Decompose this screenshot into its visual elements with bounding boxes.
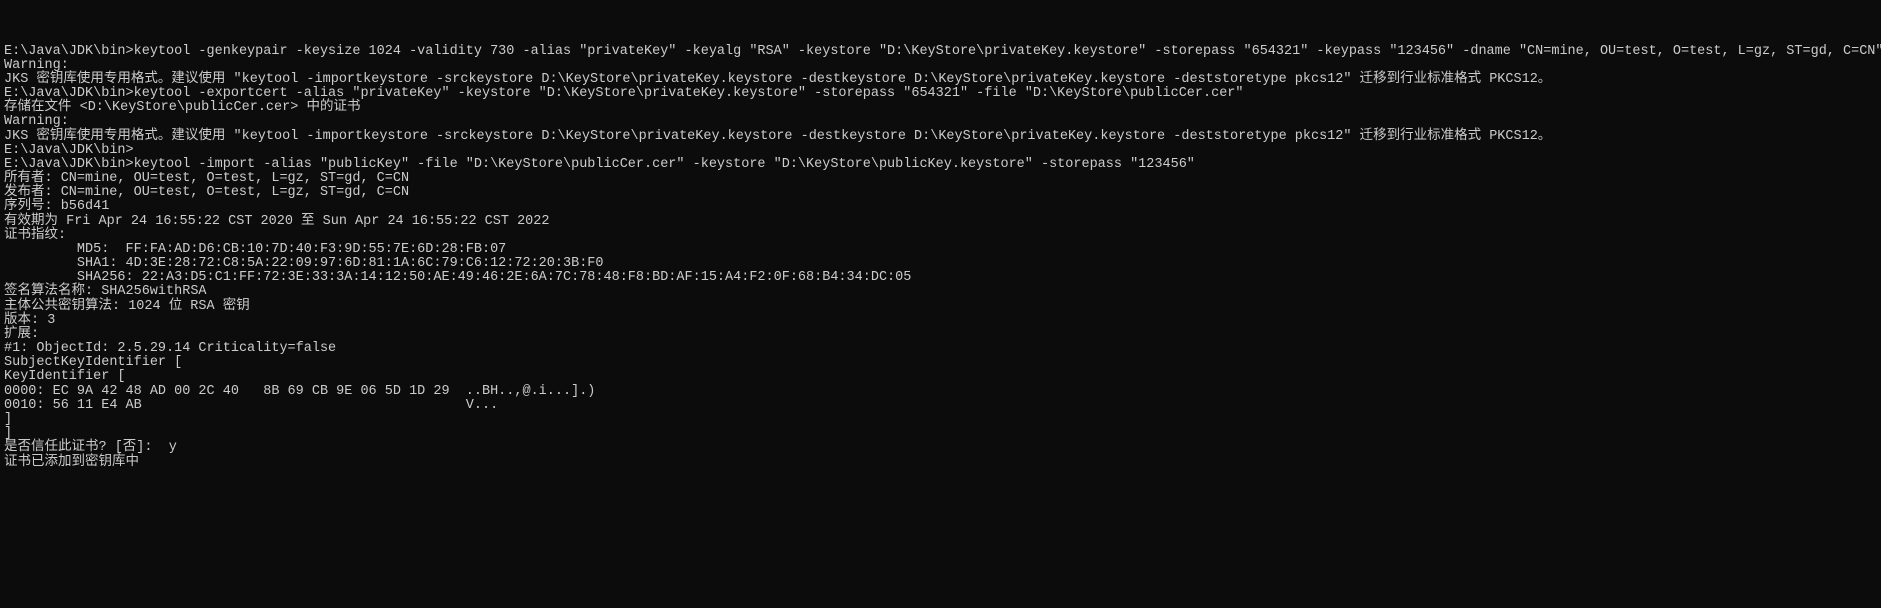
prompt-blank: E:\Java\JDK\bin> [4,144,1877,158]
sigalg: 签名算法名称: SHA256withRSA [4,285,1877,299]
sha1: SHA1: 4D:3E:28:72:C8:5A:22:09:97:6D:81:1… [4,257,1877,271]
terminal-output[interactable]: E:\Java\JDK\bin>keytool -genkeypair -key… [4,45,1877,470]
close2: ] [4,427,1877,441]
warn2b: JKS 密钥库使用专用格式。建议使用 "keytool -importkeyst… [4,130,1877,144]
extensions: 扩展: [4,328,1877,342]
issuer: 发布者: CN=mine, OU=test, O=test, L=gz, ST=… [4,186,1877,200]
added: 证书已添加到密钥库中 [4,456,1877,470]
warn1b: JKS 密钥库使用专用格式。建议使用 "keytool -importkeyst… [4,73,1877,87]
ext1: #1: ObjectId: 2.5.29.14 Criticality=fals… [4,342,1877,356]
validity: 有效期为 Fri Apr 24 16:55:22 CST 2020 至 Sun … [4,215,1877,229]
hex2: 0010: 56 11 E4 AB V... [4,399,1877,413]
out2: 存储在文件 <D:\KeyStore\publicCer.cer> 中的证书 [4,101,1877,115]
pubkeyalg: 主体公共密钥算法: 1024 位 RSA 密钥 [4,300,1877,314]
cmd3: E:\Java\JDK\bin>keytool -import -alias "… [4,158,1877,172]
close1: ] [4,413,1877,427]
serial: 序列号: b56d41 [4,200,1877,214]
md5: MD5: FF:FA:AD:D6:CB:10:7D:40:F3:9D:55:7E… [4,243,1877,257]
cmd1: E:\Java\JDK\bin>keytool -genkeypair -key… [4,45,1877,59]
sha256: SHA256: 22:A3:D5:C1:FF:72:3E:33:3A:14:12… [4,271,1877,285]
hex1: 0000: EC 9A 42 48 AD 00 2C 40 8B 69 CB 9… [4,385,1877,399]
warn2a: Warning: [4,115,1877,129]
ski: SubjectKeyIdentifier [ [4,356,1877,370]
trust-prompt: 是否信任此证书? [否]: y [4,441,1877,455]
fingerprints: 证书指纹: [4,229,1877,243]
version: 版本: 3 [4,314,1877,328]
warn1a: Warning: [4,59,1877,73]
kid: KeyIdentifier [ [4,370,1877,384]
